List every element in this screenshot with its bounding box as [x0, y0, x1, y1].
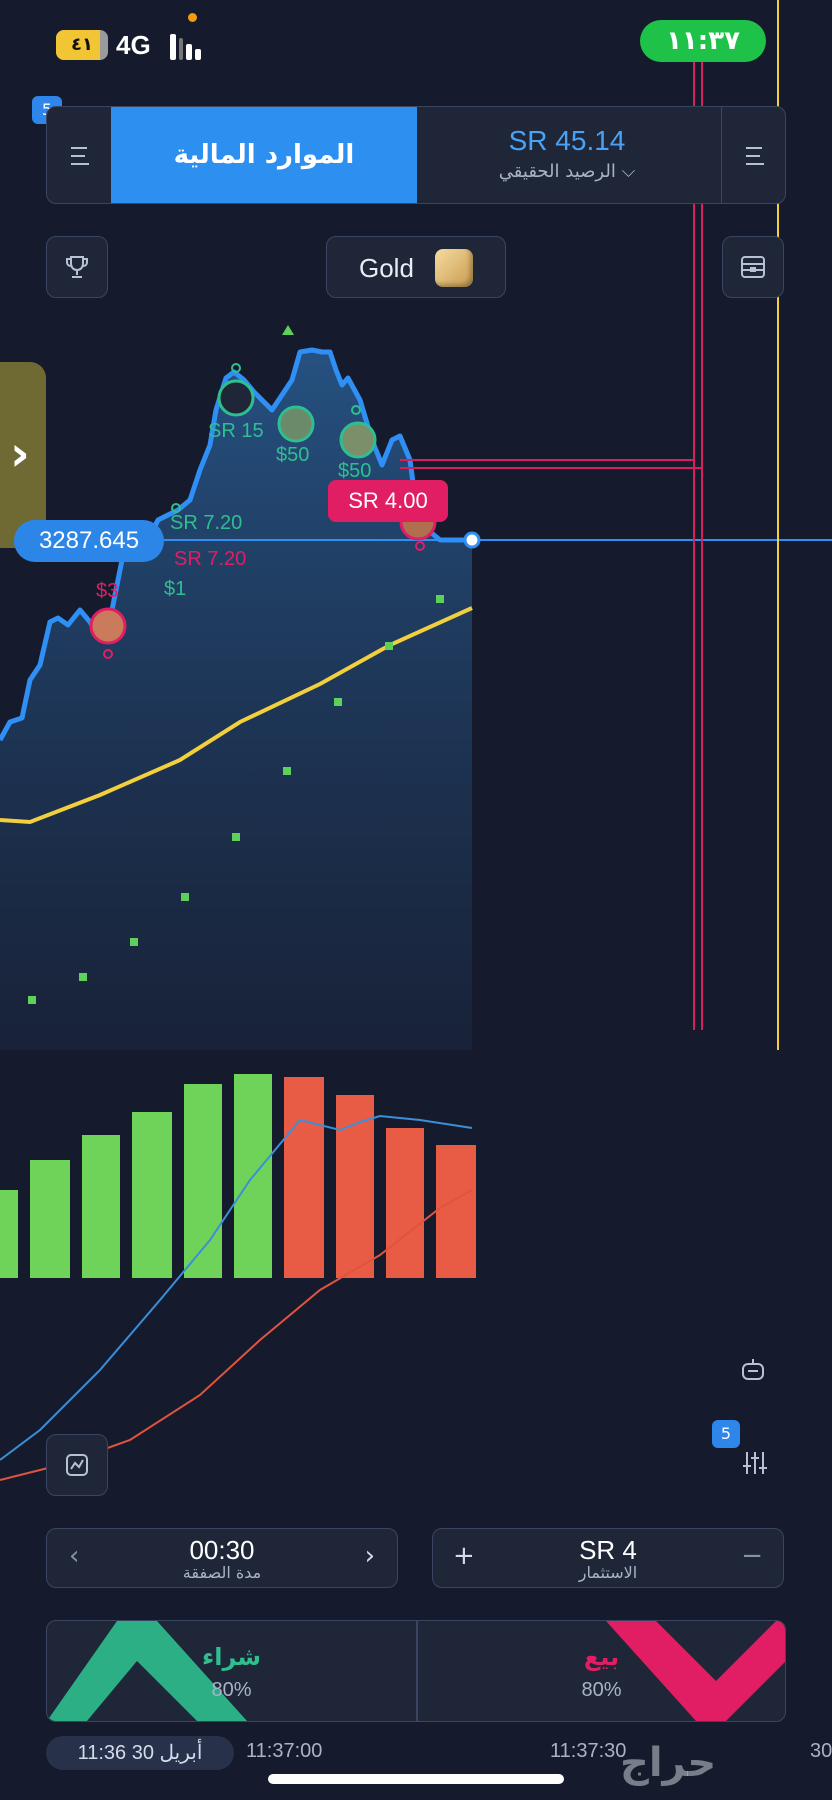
buy-button[interactable]: شراء 80%: [47, 1621, 416, 1721]
investment-value: SR 4: [579, 1535, 637, 1565]
market-button[interactable]: [722, 236, 784, 298]
robot-icon: [742, 1359, 764, 1380]
time-tick: 30: [810, 1740, 832, 1762]
tournament-button[interactable]: [46, 236, 108, 298]
duration-value: 00:30: [189, 1535, 255, 1565]
osc-bar: [30, 1160, 70, 1278]
avatar: [277, 405, 315, 443]
trophy-icon: [66, 256, 88, 278]
investment-label: الاستثمار: [578, 1563, 638, 1582]
avatar: [339, 421, 377, 459]
financial-assets-button[interactable]: الموارد المالية: [111, 107, 417, 203]
center-chart-button[interactable]: [736, 1354, 770, 1388]
network-label: 4G: [116, 30, 151, 60]
indicators-badge: 5: [712, 1420, 740, 1448]
trade-label: SR 7.20: [170, 512, 243, 534]
home-indicator[interactable]: [268, 1774, 564, 1784]
price-area: [0, 350, 472, 1050]
gold-icon: [435, 249, 473, 287]
sell-button[interactable]: بيع 80%: [417, 1621, 785, 1721]
buy-payout: 80%: [211, 1679, 252, 1701]
increase-duration-button[interactable]: ›: [365, 1541, 375, 1571]
osc-bar: [336, 1095, 374, 1278]
trade-label: $1: [164, 578, 187, 600]
up-arrow-icon: [282, 325, 294, 335]
osc-bar: [284, 1077, 324, 1278]
sell-payout: 80%: [581, 1679, 622, 1701]
osc-bar: [132, 1112, 172, 1278]
current-price-label: 3287.645: [14, 520, 164, 562]
time-tick: 11:37:30: [550, 1740, 627, 1762]
balance-type: الرصيد الحقيقي ⌵: [498, 161, 636, 182]
osc-bar: [82, 1135, 120, 1278]
trade-amount-bubble[interactable]: SR 4.00: [328, 480, 448, 522]
indicators-button[interactable]: [740, 1448, 770, 1478]
chart-type-button[interactable]: [46, 1434, 108, 1496]
battery-icon: ٤١: [56, 30, 108, 60]
trade-label: SR 7.20: [174, 548, 247, 570]
chart-icon: [66, 1454, 88, 1476]
sell-label: بيع: [583, 1643, 620, 1671]
trade-label: SR 15: [208, 420, 264, 442]
side-menu-button[interactable]: [721, 107, 785, 203]
store-icon: [741, 256, 765, 278]
sliders-icon: [743, 1452, 767, 1474]
buy-label: شراء: [201, 1643, 262, 1671]
menu-button[interactable]: [47, 107, 111, 203]
up-arrow-icon: [47, 1621, 247, 1721]
osc-bar: [386, 1128, 424, 1278]
trade-label: $3: [96, 580, 119, 602]
osc-bar: [0, 1190, 18, 1278]
osc-bar: [436, 1145, 476, 1278]
trade-marker: [217, 379, 255, 417]
asset-selector[interactable]: Gold: [326, 236, 506, 298]
clock: ١١:٣٧: [640, 20, 766, 62]
privacy-dot: [188, 13, 197, 22]
status-bar: ٤١ 4G ١١:٣٧: [0, 0, 832, 96]
trade-panel: شراء 80% بيع 80%: [46, 1620, 786, 1722]
duration-control[interactable]: ‹ 00:30 مدة الصفقة ›: [46, 1528, 398, 1588]
avatar: [89, 607, 127, 645]
trade-label: $50: [276, 444, 310, 466]
down-arrow-icon: [606, 1621, 785, 1721]
duration-label: مدة الصفقة: [182, 1563, 262, 1582]
asset-name: Gold: [359, 253, 414, 283]
current-price-dot: [463, 531, 481, 549]
current-time-pill: 11:36 30 أبريل: [46, 1736, 234, 1770]
trade-label: $50: [338, 460, 372, 482]
decrease-investment-button[interactable]: −: [741, 1541, 763, 1571]
watermark: حراج: [620, 1740, 717, 1786]
signal-icon: [170, 34, 206, 60]
chevron-right-icon: ›: [10, 426, 30, 482]
investment-control[interactable]: + SR 4 الاستثمار −: [432, 1528, 784, 1588]
balance-selector[interactable]: SR 45.14 الرصيد الحقيقي ⌵: [417, 107, 717, 203]
balance-amount: SR 45.14: [508, 125, 626, 156]
balance-bar: الموارد المالية SR 45.14 الرصيد الحقيقي …: [46, 106, 786, 204]
time-tick: 11:37:00: [246, 1740, 323, 1762]
